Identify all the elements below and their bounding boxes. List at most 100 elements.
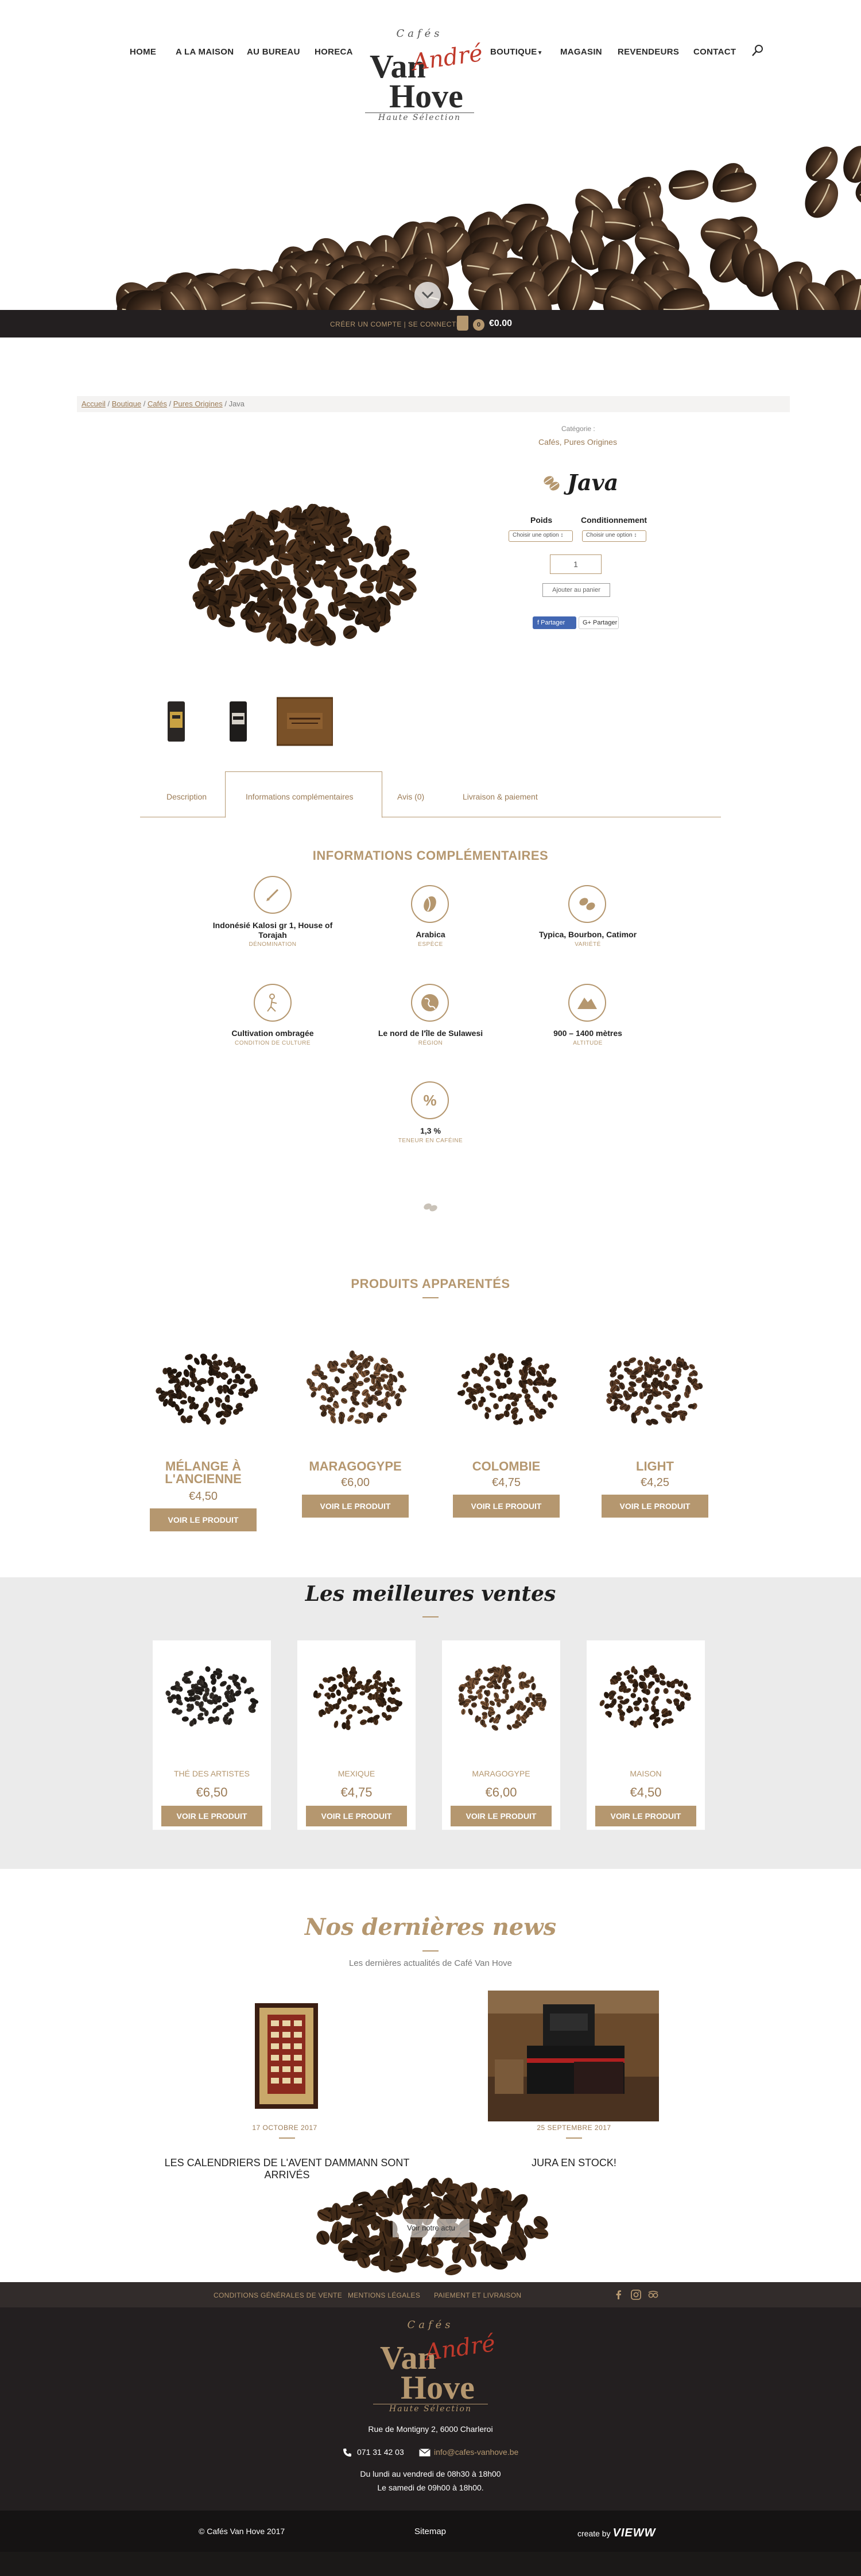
news-subtitle: Les dernières actualités de Café Van Hov… [348, 1958, 513, 1968]
agency-credit-link[interactable]: create by VIEWW [577, 2527, 656, 2540]
nav-horeca[interactable]: HORECA [315, 47, 353, 57]
tab-informations-complementaires[interactable]: Informations complémentaires [246, 792, 354, 801]
news-image-advent-calendar[interactable] [255, 2003, 318, 2109]
breadcrumb-accueil[interactable]: Accueil [82, 399, 106, 408]
feature-altitude-label: ALTITUDE [573, 1040, 603, 1046]
view-product-button[interactable]: VOIR LE PRODUIT [161, 1806, 262, 1826]
footer-link-cgv[interactable]: CONDITIONS GÉNÉRALES DE VENTE [214, 2291, 342, 2299]
best-image-the[interactable] [163, 1653, 261, 1733]
view-product-button[interactable]: VOIR LE PRODUIT [302, 1495, 409, 1518]
tab-description[interactable]: Description [166, 792, 207, 801]
related-name[interactable]: LIGHT [592, 1460, 718, 1473]
breadcrumb-current: Java [228, 399, 245, 408]
nav-magasin[interactable]: MAGASIN [560, 47, 602, 57]
footer-phone[interactable]: 071 31 42 03 [357, 2447, 404, 2457]
product-title: Java [567, 470, 619, 495]
related-image-light[interactable] [599, 1337, 708, 1429]
svg-text:%: % [423, 1092, 436, 1109]
nav-revendeurs[interactable]: REVENDEURS [618, 47, 679, 57]
footer-hours-weekdays: Du lundi au vendredi de 08h30 à 18h00 [360, 2469, 501, 2478]
view-news-button[interactable]: Voir notre actu [393, 2219, 470, 2237]
best-image-maison[interactable] [597, 1653, 695, 1733]
feature-cafeine-value: 1,3 % [420, 1126, 441, 1135]
site-logo[interactable]: Cafés Van André Hove Haute Sélection [365, 28, 484, 124]
related-image-maragogype[interactable] [301, 1337, 410, 1429]
nav-a-la-maison[interactable]: A LA MAISON [176, 47, 234, 57]
header: HOME A LA MAISON AU BUREAU HORECA Cafés … [0, 0, 861, 337]
quantity-input[interactable]: 1 [550, 554, 602, 574]
add-to-cart-button[interactable]: Ajouter au panier [542, 583, 610, 597]
news-date: 17 OCTOBRE 2017 [252, 2124, 317, 2132]
feature-variete-value: Typica, Bourbon, Catimor [538, 930, 637, 939]
related-price: €6,00 [340, 1476, 370, 1489]
best-price: €4,50 [630, 1785, 662, 1799]
best-price: €6,50 [196, 1785, 228, 1799]
related-price: €4,25 [640, 1476, 670, 1489]
caret-down-icon: ▼ [537, 50, 543, 56]
related-name[interactable]: MARAGOGYPE [292, 1460, 418, 1473]
feature-altitude-value: 900 – 1400 mètres [553, 1029, 622, 1038]
thumbnail-bag-dark[interactable] [212, 696, 264, 747]
best-image-maragogype[interactable] [452, 1653, 550, 1733]
account-link[interactable]: CRÉER UN COMPTE | SE CONNECTER [330, 320, 466, 328]
category-links[interactable]: Cafés, Pures Origines [538, 437, 617, 447]
cart-count-badge[interactable]: 0 [473, 319, 484, 331]
view-product-button[interactable]: VOIR LE PRODUIT [453, 1495, 560, 1518]
view-product-button[interactable]: VOIR LE PRODUIT [595, 1806, 696, 1826]
cart-total[interactable]: €0.00 [489, 319, 512, 329]
instagram-icon[interactable] [630, 2289, 642, 2300]
sitemap-link[interactable]: Sitemap [414, 2527, 446, 2536]
news-image-jura-stock[interactable] [488, 1991, 659, 2121]
title-underline [422, 1950, 439, 1952]
breadcrumb-cafes[interactable]: Cafés [148, 399, 167, 408]
shopping-bag-icon[interactable] [457, 316, 468, 331]
footer-link-paiement[interactable]: PAIEMENT ET LIVRAISON [434, 2291, 521, 2299]
best-image-mexique[interactable] [308, 1653, 405, 1733]
chevron-down-icon [421, 291, 434, 299]
product-main-image[interactable] [184, 480, 425, 652]
thumbnail-jute-sack[interactable] [277, 696, 333, 747]
tab-avis[interactable]: Avis (0) [397, 792, 424, 801]
related-image-colombie[interactable] [455, 1337, 564, 1429]
best-price: €4,75 [340, 1785, 373, 1799]
search-icon[interactable] [751, 44, 765, 57]
info-title: INFORMATIONS COMPLÉMENTAIRES [312, 848, 549, 863]
view-product-button[interactable]: VOIR LE PRODUIT [150, 1508, 257, 1531]
related-name[interactable]: COLOMBIE [443, 1460, 569, 1473]
thumbnail-bag-gold[interactable] [150, 696, 202, 747]
facebook-share-button[interactable]: f Partager [533, 616, 576, 629]
feature-region-value: Le nord de l'île de Sulawesi [378, 1029, 483, 1038]
coffee-beans-icon [544, 476, 560, 491]
feature-espece-value: Arabica [416, 930, 445, 939]
copyright: © Cafés Van Hove 2017 [199, 2527, 285, 2536]
view-product-button[interactable]: VOIR LE PRODUIT [306, 1806, 407, 1826]
breadcrumb-pures-origines[interactable]: Pures Origines [173, 399, 223, 408]
best-sellers-title: Les meilleures ventes [305, 1582, 556, 1606]
best-name[interactable]: MAISON [587, 1769, 705, 1778]
footer-email[interactable]: info@cafes-vanhove.be [434, 2447, 518, 2457]
googleplus-share-button[interactable]: G+ Partager [579, 616, 619, 629]
tripadvisor-icon[interactable] [647, 2289, 659, 2300]
scroll-down-button[interactable] [414, 282, 441, 308]
view-product-button[interactable]: VOIR LE PRODUIT [602, 1495, 708, 1518]
facebook-icon[interactable] [613, 2289, 625, 2300]
feature-denomination-label: DÉNOMINATION [249, 941, 297, 948]
nav-contact[interactable]: CONTACT [693, 47, 736, 57]
best-name[interactable]: MEXIQUE [297, 1769, 416, 1778]
related-name[interactable]: MÉLANGE À L'ANCIENNE [140, 1460, 266, 1485]
footer-logo[interactable]: Cafés Van André Hove Haute Sélection [373, 2319, 497, 2415]
best-name[interactable]: THÉ DES ARTISTES [153, 1769, 271, 1778]
date-underline [566, 2137, 582, 2139]
breadcrumb-boutique[interactable]: Boutique [112, 399, 141, 408]
feature-cafeine-label: TENEUR EN CAFÉINE [398, 1138, 463, 1144]
tab-livraison-paiement[interactable]: Livraison & paiement [463, 792, 538, 801]
nav-home[interactable]: HOME [130, 47, 156, 57]
related-image-melange[interactable] [153, 1337, 262, 1429]
nav-au-bureau[interactable]: AU BUREAU [247, 47, 300, 57]
packaging-select[interactable]: Choisir une option ↕ [582, 530, 646, 542]
weight-select[interactable]: Choisir une option ↕ [509, 530, 573, 542]
view-product-button[interactable]: VOIR LE PRODUIT [451, 1806, 552, 1826]
footer-link-mentions[interactable]: MENTIONS LÉGALES [348, 2291, 420, 2299]
nav-boutique[interactable]: BOUTIQUE▼ [490, 47, 543, 57]
best-name[interactable]: MARAGOGYPE [442, 1769, 560, 1778]
